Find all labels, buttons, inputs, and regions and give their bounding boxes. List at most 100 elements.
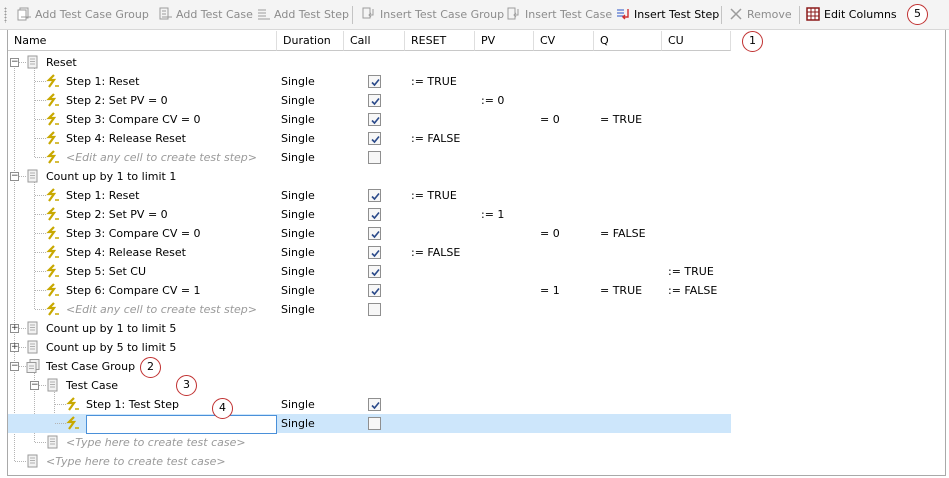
column-header-call[interactable]: Call bbox=[344, 31, 405, 51]
q-cell[interactable]: = TRUE bbox=[600, 110, 642, 129]
expand-icon[interactable]: + bbox=[10, 343, 19, 352]
reset-cell[interactable]: := FALSE bbox=[411, 243, 460, 262]
call-checkbox[interactable] bbox=[368, 303, 381, 316]
column-header-reset[interactable]: RESET bbox=[405, 31, 475, 51]
add-test-case-group-button[interactable]: Add Test Case Group bbox=[17, 5, 149, 25]
reset-cell[interactable]: := TRUE bbox=[411, 186, 457, 205]
call-checkbox[interactable] bbox=[368, 94, 381, 107]
column-header-pv[interactable]: PV bbox=[475, 31, 534, 51]
name-cell[interactable]: Step 1: Reset bbox=[66, 72, 139, 91]
insert-test-step-button[interactable]: Insert Test Step bbox=[616, 5, 719, 25]
duration-cell[interactable]: Single bbox=[281, 414, 315, 433]
name-cell[interactable]: Step 3: Compare CV = 0 bbox=[66, 224, 201, 243]
name-cell[interactable]: <Edit any cell to create test step> bbox=[66, 300, 257, 319]
add-test-step-button[interactable]: Add Test Step bbox=[256, 5, 349, 25]
name-cell[interactable]: Step 1: Test Step bbox=[86, 395, 179, 414]
name-cell[interactable]: Reset bbox=[46, 53, 77, 72]
cv-cell[interactable]: = 0 bbox=[540, 224, 560, 243]
remove-button[interactable]: Remove bbox=[729, 5, 792, 25]
tree-line bbox=[55, 423, 66, 424]
duration-cell[interactable]: Single bbox=[281, 395, 315, 414]
column-header-name[interactable]: Name bbox=[8, 31, 277, 51]
cu-cell[interactable]: := FALSE bbox=[668, 281, 717, 300]
call-checkbox[interactable] bbox=[368, 227, 381, 240]
name-cell[interactable]: Step 3: Compare CV = 0 bbox=[66, 110, 201, 129]
name-cell[interactable]: Step 4: Release Reset bbox=[66, 129, 186, 148]
collapse-icon[interactable]: − bbox=[10, 172, 19, 181]
duration-cell[interactable]: Single bbox=[281, 262, 315, 281]
pv-cell[interactable]: := 0 bbox=[481, 91, 504, 110]
tree-node[interactable] bbox=[8, 53, 731, 72]
tree-line bbox=[35, 309, 46, 310]
duration-cell[interactable]: Single bbox=[281, 281, 315, 300]
column-header-duration[interactable]: Duration bbox=[277, 31, 344, 51]
duration-cell[interactable]: Single bbox=[281, 186, 315, 205]
name-cell[interactable]: <Type here to create test case> bbox=[66, 433, 246, 452]
toolbar-button-label: Insert Test Case bbox=[525, 8, 613, 21]
name-cell[interactable]: Count up by 1 to limit 5 bbox=[46, 319, 176, 338]
cv-cell[interactable]: = 1 bbox=[540, 281, 560, 300]
call-checkbox[interactable] bbox=[368, 265, 381, 278]
duration-cell[interactable]: Single bbox=[281, 129, 315, 148]
name-cell[interactable]: Test Case Group bbox=[46, 357, 135, 376]
duration-cell[interactable]: Single bbox=[281, 148, 315, 167]
call-checkbox[interactable] bbox=[368, 132, 381, 145]
add-test-case-button[interactable]: Add Test Case bbox=[158, 5, 253, 25]
collapse-icon[interactable]: − bbox=[30, 381, 39, 390]
reset-cell[interactable]: := FALSE bbox=[411, 129, 460, 148]
insert-test-case-button[interactable]: Insert Test Case bbox=[507, 5, 612, 25]
name-cell[interactable]: <Type here to create test case> bbox=[46, 452, 226, 471]
duration-cell[interactable]: Single bbox=[281, 72, 315, 91]
name-cell[interactable]: Step 2: Set PV = 0 bbox=[66, 205, 168, 224]
collapse-icon[interactable]: − bbox=[10, 362, 19, 371]
name-cell[interactable]: Step 1: Reset bbox=[66, 186, 139, 205]
call-checkbox[interactable] bbox=[368, 208, 381, 221]
column-header-cu[interactable]: CU bbox=[662, 31, 731, 51]
name-cell[interactable]: Test Case bbox=[66, 376, 118, 395]
name-cell[interactable]: Step 4: Release Reset bbox=[66, 243, 186, 262]
tree-line bbox=[35, 290, 46, 291]
tree-line bbox=[35, 138, 46, 139]
test-case-icon bbox=[26, 169, 40, 183]
callout-2: 2 bbox=[140, 357, 161, 378]
edit-columns-button[interactable]: Edit Columns bbox=[806, 5, 897, 25]
call-checkbox[interactable] bbox=[368, 189, 381, 202]
call-checkbox[interactable] bbox=[368, 398, 381, 411]
collapse-icon[interactable]: − bbox=[10, 58, 19, 67]
name-cell[interactable]: Step 5: Set CU bbox=[66, 262, 146, 281]
insert-test-case-group-button[interactable]: Insert Test Case Group bbox=[362, 5, 504, 25]
expand-icon[interactable]: + bbox=[10, 324, 19, 333]
duration-cell[interactable]: Single bbox=[281, 300, 315, 319]
name-cell[interactable]: Step 2: Set PV = 0 bbox=[66, 91, 168, 110]
duration-cell[interactable]: Single bbox=[281, 110, 315, 129]
name-cell[interactable]: <Edit any cell to create test step> bbox=[66, 148, 257, 167]
tree-line bbox=[35, 100, 46, 101]
cu-cell[interactable]: := TRUE bbox=[668, 262, 714, 281]
call-checkbox[interactable] bbox=[368, 284, 381, 297]
reset-cell[interactable]: := TRUE bbox=[411, 72, 457, 91]
q-cell[interactable]: = FALSE bbox=[600, 224, 646, 243]
test-case-icon bbox=[26, 340, 40, 354]
call-checkbox[interactable] bbox=[368, 151, 381, 164]
test-step-icon bbox=[46, 302, 60, 316]
name-cell[interactable]: Step 6: Compare CV = 1 bbox=[66, 281, 201, 300]
duration-cell[interactable]: Single bbox=[281, 91, 315, 110]
call-checkbox[interactable] bbox=[368, 75, 381, 88]
edit-cell-input[interactable] bbox=[86, 415, 277, 434]
column-header-q[interactable]: Q bbox=[594, 31, 662, 51]
duration-cell[interactable]: Single bbox=[281, 224, 315, 243]
duration-cell[interactable]: Single bbox=[281, 243, 315, 262]
name-cell[interactable]: Count up by 5 to limit 5 bbox=[46, 338, 176, 357]
q-cell[interactable]: = TRUE bbox=[600, 281, 642, 300]
tree-line bbox=[35, 119, 46, 120]
pv-cell[interactable]: := 1 bbox=[481, 205, 504, 224]
call-checkbox[interactable] bbox=[368, 246, 381, 259]
duration-cell[interactable]: Single bbox=[281, 205, 315, 224]
toolbar-grip[interactable] bbox=[4, 7, 7, 23]
column-header-cv[interactable]: CV bbox=[534, 31, 594, 51]
call-checkbox[interactable] bbox=[368, 417, 381, 430]
toolbar-button-label: Edit Columns bbox=[824, 8, 897, 21]
call-checkbox[interactable] bbox=[368, 113, 381, 126]
cv-cell[interactable]: = 0 bbox=[540, 110, 560, 129]
name-cell[interactable]: Count up by 1 to limit 1 bbox=[46, 167, 176, 186]
